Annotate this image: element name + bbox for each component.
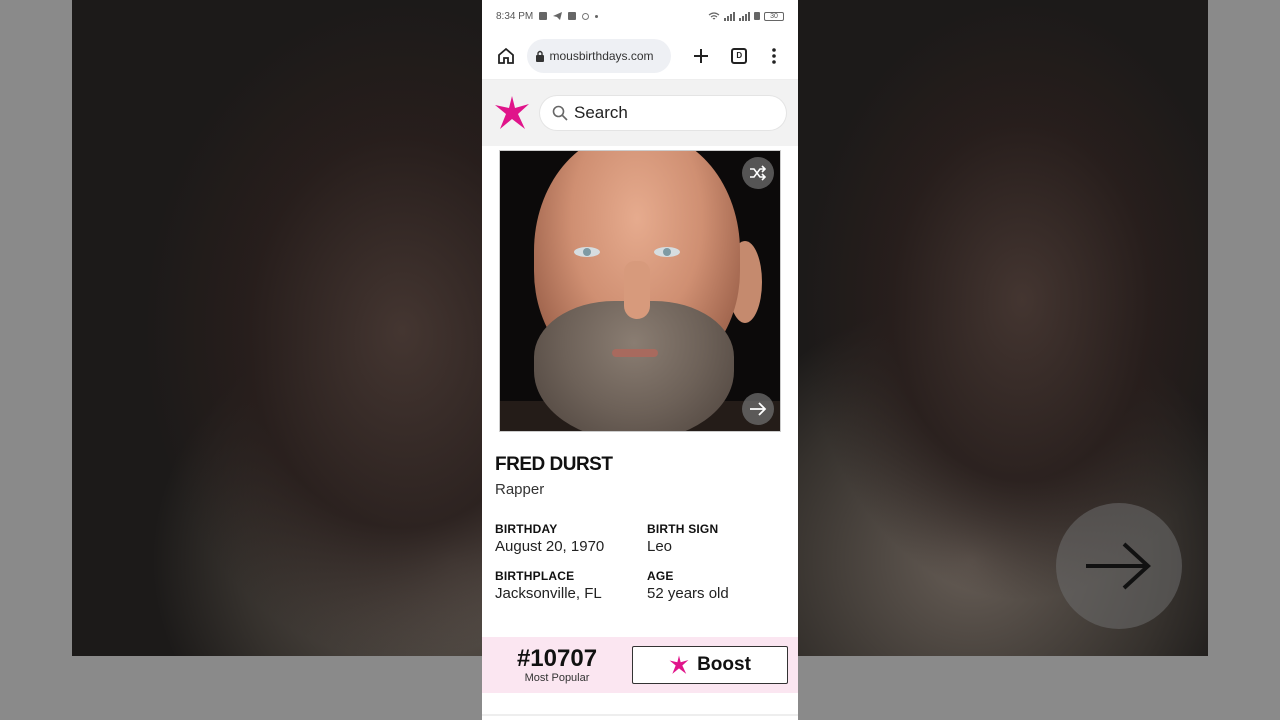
celebrity-name: FRED DURST (495, 454, 613, 475)
photo-eye-left (574, 247, 600, 257)
more-vert-icon (771, 47, 776, 64)
ranking-bar: #10707 Most Popular Boost (482, 637, 798, 693)
next-photo-button[interactable] (742, 393, 774, 425)
battery-icon: 30 (764, 11, 784, 21)
background-next-arrow-icon (1056, 503, 1182, 629)
boost-label: Boost (697, 654, 751, 675)
shuffle-icon (750, 165, 767, 181)
search-placeholder: Search (574, 103, 628, 122)
browser-menu-button[interactable] (762, 43, 787, 69)
signal-icon-2 (739, 11, 750, 21)
address-bar[interactable]: mousbirthdays.com (526, 38, 671, 73)
lock-icon (535, 50, 544, 62)
profile-details: BIRTHDAY August 20, 1970 BIRTH SIGN Leo … (495, 522, 785, 602)
site-logo-star-icon[interactable] (494, 95, 530, 131)
field-label: AGE (647, 569, 674, 583)
birthday-field: BIRTHDAY August 20, 1970 (495, 522, 647, 555)
rank-label: Most Popular (524, 671, 590, 684)
birthplace-field: BIRTHPLACE Jacksonville, FL (495, 569, 647, 602)
site-header: Search (482, 80, 798, 146)
field-label: BIRTHDAY (495, 522, 558, 536)
birth-sign-value[interactable]: Leo (647, 538, 785, 555)
url-text: mousbirthdays.com (549, 48, 654, 63)
birth-sign-field: BIRTH SIGN Leo (647, 522, 785, 555)
rank-number: #10707 (516, 644, 598, 672)
phone-screen: 8:34 PM 30 mousbirthdays.com D Search FR… (482, 0, 798, 720)
notification-circle-icon (582, 12, 590, 20)
signal-icon (724, 11, 735, 21)
tab-count: D (731, 47, 748, 64)
boost-button[interactable]: Boost (632, 646, 788, 684)
new-tab-button[interactable] (689, 43, 714, 69)
age-field: AGE 52 years old (647, 569, 785, 602)
charging-icon (754, 12, 760, 20)
more-notifications-dot-icon (595, 14, 599, 18)
photo-beard (534, 301, 734, 431)
home-button[interactable] (494, 43, 519, 69)
status-time: 8:34 PM (496, 10, 534, 22)
shuffle-button[interactable] (742, 157, 774, 189)
telegram-icon (553, 12, 563, 20)
profile-info: FRED DURST Rapper BIRTHDAY August 20, 19… (482, 432, 798, 602)
birthday-value[interactable]: August 20, 1970 (495, 538, 647, 555)
plus-icon (693, 48, 708, 63)
birthplace-value[interactable]: Jacksonville, FL (495, 585, 647, 602)
arrow-right-icon (750, 402, 767, 416)
linkedin-icon (568, 12, 577, 20)
photo-eye-right (654, 247, 680, 257)
star-icon (669, 655, 689, 674)
celebrity-profession[interactable]: Rapper (495, 481, 785, 498)
photo-nose (624, 261, 650, 319)
search-input[interactable]: Search (540, 96, 786, 130)
home-icon (498, 47, 515, 64)
age-value: 52 years old (647, 585, 729, 602)
celebrity-photo[interactable] (499, 150, 781, 432)
photo-mouth (612, 349, 658, 357)
status-bar: 8:34 PM 30 (482, 0, 798, 32)
divider (482, 714, 798, 716)
popularity-rank: #10707 Most Popular (512, 644, 602, 684)
notification-icon (539, 12, 548, 20)
wifi-icon (708, 11, 720, 19)
browser-toolbar: mousbirthdays.com D (482, 32, 798, 80)
field-label: BIRTH SIGN (647, 522, 719, 536)
tab-switcher-button[interactable]: D (727, 43, 752, 69)
field-label: BIRTHPLACE (495, 569, 575, 583)
search-icon (552, 105, 568, 121)
